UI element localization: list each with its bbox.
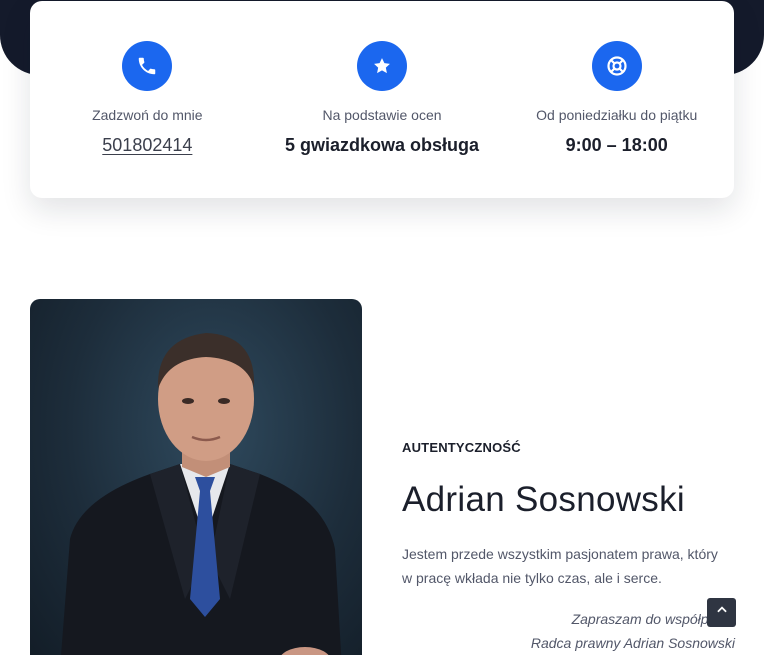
phone-number-link[interactable]: 501802414 [102, 135, 192, 156]
about-description: Jestem przede wszystkim pasjonatem prawa… [402, 546, 718, 586]
hours-value: 9:00 – 18:00 [565, 135, 668, 155]
scroll-to-top-button[interactable] [707, 598, 736, 627]
contact-rating: Na podstawie ocen 5 gwiazdkowa obsługa [265, 1, 500, 198]
contact-card: Zadzwoń do mnie 501802414 Na podstawie o… [30, 1, 734, 198]
person-name-heading: Adrian Sosnowski [402, 480, 685, 519]
phone-label: Zadzwoń do mnie [92, 107, 203, 123]
rating-value: 5 gwiazdkowa obsługa [284, 135, 480, 155]
signature-text: Radca prawny Adrian Sosnowski [530, 635, 735, 651]
section-eyebrow: AUTENTYCZNOŚĆ [402, 440, 521, 455]
phone-icon [122, 41, 173, 91]
portrait-photo [30, 299, 362, 655]
rating-label: Na podstawie ocen [322, 107, 442, 123]
contact-hours: Od poniedziałku do piątku 9:00 – 18:00 [499, 1, 734, 198]
lifebuoy-icon [591, 41, 642, 91]
chevron-up-icon [715, 603, 729, 622]
contact-phone: Zadzwoń do mnie 501802414 [30, 1, 265, 198]
hours-label: Od poniedziałku do piątku [536, 107, 698, 123]
star-icon [357, 41, 407, 91]
invite-text: Zapraszam do współpracy [571, 611, 735, 627]
signature-block: Zapraszam do współpracy Radca prawny Adr… [531, 607, 735, 655]
about-section: AUTENTYCZNOŚĆ Adrian Sosnowski Jestem pr… [402, 440, 742, 590]
